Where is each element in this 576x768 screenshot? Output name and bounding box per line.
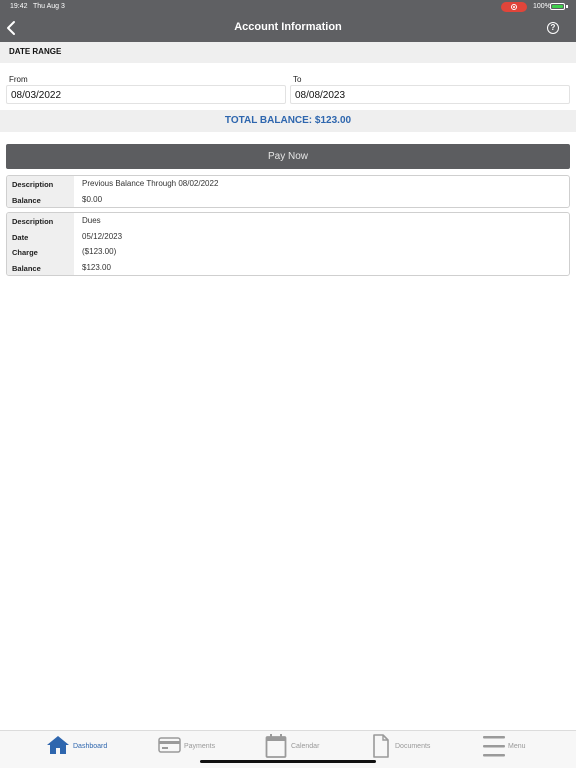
transaction-card: Description Dues Date 05/12/2023 Charge …: [6, 212, 570, 276]
tab-menu[interactable]: Menu: [482, 731, 542, 763]
row-key: Balance: [7, 191, 74, 207]
row-key: Description: [7, 176, 74, 192]
row-value: ($123.00): [82, 247, 117, 256]
status-time: 19:42: [10, 3, 28, 10]
card-row-description: Description Previous Balance Through 08/…: [7, 176, 569, 192]
card-row-description: Description Dues: [7, 213, 569, 229]
status-date: Thu Aug 3: [33, 3, 65, 10]
total-balance: TOTAL BALANCE: $123.00: [0, 110, 576, 132]
home-indicator: [200, 760, 376, 763]
date-range-header: [0, 42, 576, 63]
row-key: Description: [7, 213, 74, 229]
row-value: 05/12/2023: [82, 231, 123, 241]
row-key: Date: [7, 228, 74, 244]
screen-recording-indicator[interactable]: [501, 2, 527, 12]
row-key: Balance: [7, 259, 74, 275]
tab-label: Documents: [395, 743, 431, 750]
to-label: To: [293, 75, 302, 84]
card-row-charge: Charge ($123.00): [7, 244, 569, 260]
row-value: Previous Balance Through 08/02/2022: [82, 179, 219, 188]
home-icon: [47, 736, 69, 754]
tab-dashboard[interactable]: Dashboard: [46, 731, 116, 763]
calendar-icon: [265, 734, 287, 758]
transaction-card: Description Previous Balance Through 08/…: [6, 175, 570, 208]
pay-now-button[interactable]: Pay Now: [6, 144, 570, 169]
row-key: Charge: [7, 244, 74, 260]
account-information-screen: 19:42 Thu Aug 3 100% Account Information…: [0, 0, 576, 768]
row-value: $123.00: [82, 262, 111, 272]
tab-payments[interactable]: Payments: [158, 731, 228, 763]
help-icon[interactable]: ?: [547, 22, 559, 34]
tab-label: Calendar: [291, 743, 320, 750]
menu-icon: [483, 736, 505, 757]
tab-documents[interactable]: Documents: [372, 731, 442, 763]
card-row-balance: Balance $0.00: [7, 191, 569, 207]
credit-card-icon: [158, 737, 181, 753]
battery-icon: [550, 3, 565, 10]
tab-calendar[interactable]: Calendar: [265, 731, 335, 763]
row-value: $0.00: [82, 194, 103, 204]
tab-label: Dashboard: [73, 743, 108, 750]
page-title: Account Information: [234, 21, 342, 33]
battery-percentage: 100%: [533, 3, 551, 10]
document-icon: [373, 734, 389, 758]
record-icon: [511, 4, 517, 10]
tab-label: Menu: [508, 743, 526, 750]
row-value: Dues: [82, 216, 101, 225]
navigation-header: 19:42 Thu Aug 3 100% Account Information…: [0, 0, 576, 42]
card-row-balance: Balance $123.00: [7, 259, 569, 275]
from-date-field[interactable]: 08/03/2022: [6, 85, 286, 104]
status-bar: 19:42 Thu Aug 3 100%: [0, 0, 576, 14]
date-range-title: DATE RANGE: [9, 47, 62, 56]
tab-label: Payments: [184, 743, 216, 750]
to-date-field[interactable]: 08/08/2023: [290, 85, 570, 104]
card-row-date: Date 05/12/2023: [7, 228, 569, 244]
from-label: From: [9, 75, 28, 84]
